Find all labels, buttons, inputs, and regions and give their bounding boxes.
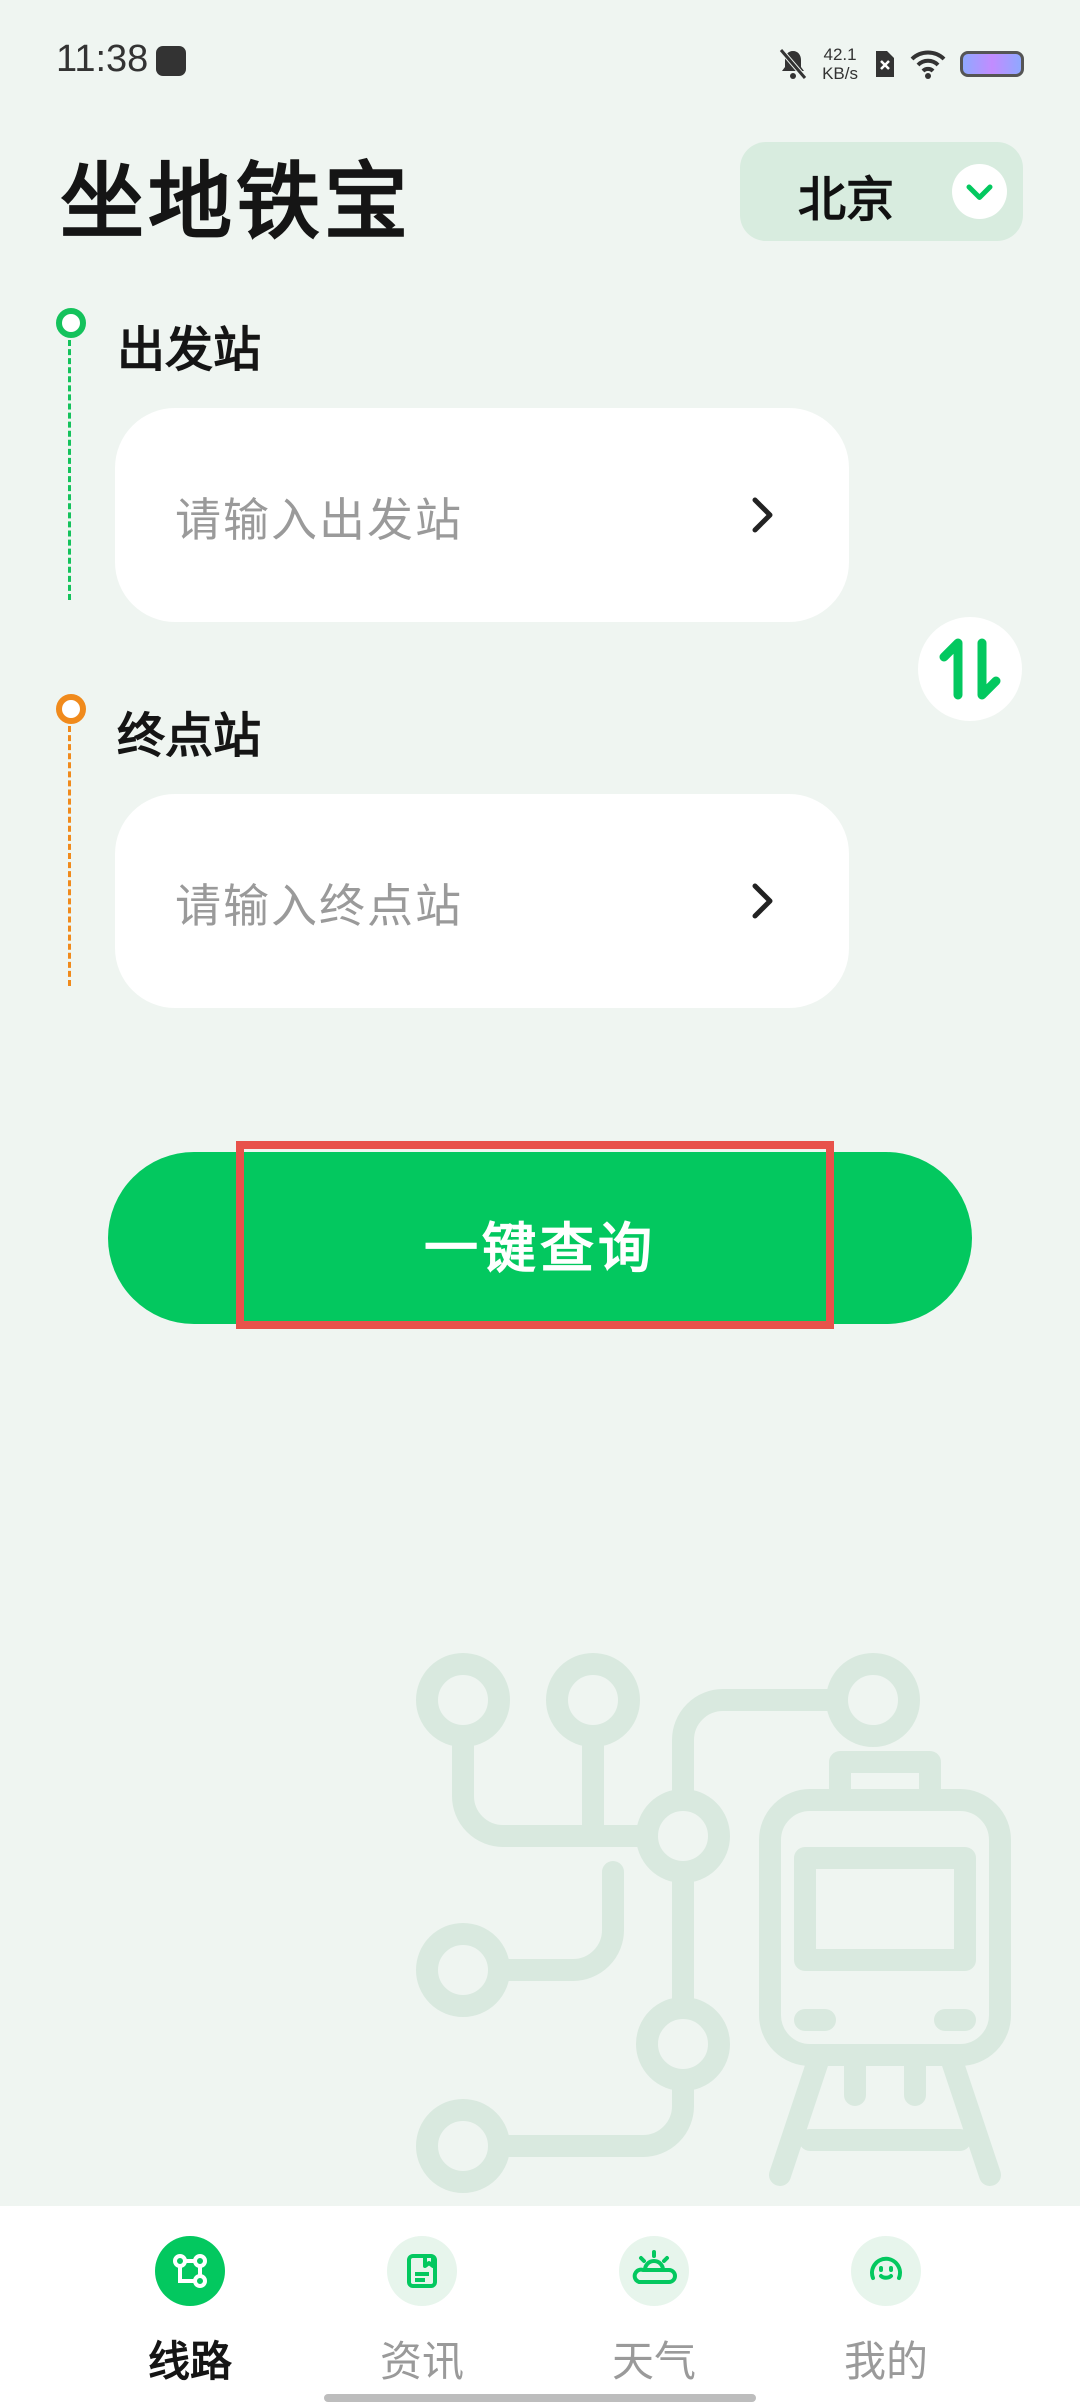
destination-dashed-line bbox=[68, 726, 71, 986]
destination-marker bbox=[56, 694, 86, 724]
destination-station-input[interactable]: 请输入终点站 bbox=[115, 794, 849, 1008]
destination-label: 终点站 bbox=[117, 708, 262, 764]
status-time: 11:38 bbox=[56, 38, 149, 80]
chevron-right-icon bbox=[752, 883, 773, 919]
city-selector[interactable]: 北京 bbox=[740, 142, 1023, 241]
nav-item-weather[interactable]: 天气 bbox=[574, 2236, 734, 2389]
nav-item-route[interactable]: 线路 bbox=[110, 2236, 270, 2389]
status-icons: 42.1 KB/s bbox=[778, 42, 1024, 86]
wifi-icon bbox=[910, 50, 946, 79]
net-speed: 42.1 KB/s bbox=[822, 45, 858, 83]
profile-icon bbox=[851, 2236, 921, 2306]
origin-label: 出发站 bbox=[117, 322, 262, 378]
nav-label: 我的 bbox=[843, 2337, 928, 2386]
net-speed-unit: KB/s bbox=[822, 64, 858, 83]
highlight-box bbox=[236, 1141, 834, 1329]
notification-app-icon bbox=[156, 46, 186, 76]
chevron-down-icon bbox=[952, 164, 1007, 219]
origin-station-input[interactable]: 请输入出发站 bbox=[115, 408, 849, 622]
net-speed-value: 42.1 bbox=[823, 45, 857, 64]
app-title: 坐地铁宝 bbox=[60, 153, 413, 251]
nav-label: 资讯 bbox=[379, 2337, 464, 2386]
nav-label: 天气 bbox=[611, 2337, 696, 2386]
route-icon bbox=[155, 2236, 225, 2306]
news-icon bbox=[387, 2236, 457, 2306]
nav-label: 线路 bbox=[147, 2337, 232, 2386]
no-sim-icon bbox=[876, 51, 894, 77]
origin-placeholder: 请输入出发站 bbox=[175, 493, 463, 547]
home-indicator bbox=[324, 2394, 756, 2402]
destination-placeholder: 请输入终点站 bbox=[175, 879, 463, 933]
chevron-right-icon bbox=[752, 497, 773, 533]
origin-dashed-line bbox=[68, 340, 71, 600]
weather-icon bbox=[619, 2236, 689, 2306]
origin-marker bbox=[56, 308, 86, 338]
nav-item-news[interactable]: 资讯 bbox=[342, 2236, 502, 2389]
nav-item-profile[interactable]: 我的 bbox=[806, 2236, 966, 2389]
battery-icon bbox=[960, 51, 1024, 77]
swap-stations-button[interactable] bbox=[918, 617, 1022, 721]
city-label: 北京 bbox=[798, 172, 895, 228]
metro-illustration bbox=[416, 1653, 1011, 2193]
mute-icon bbox=[779, 48, 807, 80]
swap-icon bbox=[939, 638, 1001, 700]
bottom-nav: 线路 资讯 天气 我的 bbox=[0, 2206, 1080, 2408]
